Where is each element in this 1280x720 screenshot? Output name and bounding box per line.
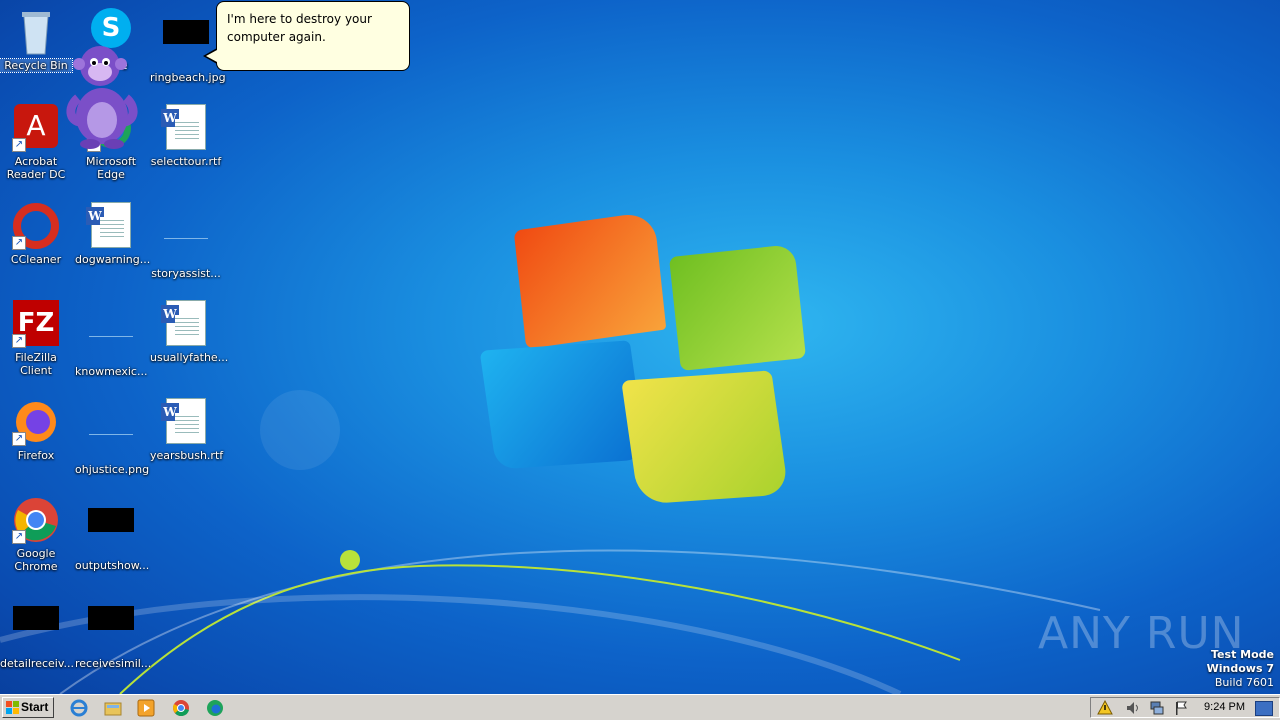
ccleaner-icon: ↗	[12, 202, 60, 250]
edge-icon[interactable]	[206, 699, 224, 717]
shortcut-arrow-icon: ↗	[12, 138, 26, 152]
icon-label: FileZilla Client	[15, 351, 57, 377]
icon-label: usuallyfathe...	[150, 351, 229, 364]
word-document-icon: W	[86, 202, 135, 250]
desktop-icon-firefox[interactable]: ↗ Firefox	[0, 398, 72, 462]
icon-label: Acrobat Reader DC	[6, 155, 66, 181]
desktop-icon-yearsbush[interactable]: W yearsbush.rtf	[150, 398, 224, 462]
desktop-icon-filezilla[interactable]: FZ ↗ FileZilla Client	[0, 300, 72, 377]
flag-icon[interactable]	[1173, 700, 1189, 716]
desktop-icon-ccleaner[interactable]: ↗ CCleaner	[0, 202, 72, 266]
chrome-icon[interactable]	[172, 699, 190, 717]
icon-label: detailreceiv...	[0, 657, 74, 670]
file-thumbnail-icon	[12, 606, 60, 654]
file-thumbnail-icon	[87, 508, 135, 556]
icon-label: knowmexic...	[75, 365, 148, 378]
file-thumbnail-icon	[87, 314, 135, 362]
show-desktop-icon[interactable]	[1255, 701, 1273, 716]
icon-label: Firefox	[17, 449, 55, 462]
windows-logo-wallpaper	[470, 210, 810, 510]
desktop-icon-knowmexic[interactable]: knowmexic...	[75, 300, 147, 378]
acrobat-icon: A ↗	[12, 104, 60, 152]
shortcut-arrow-icon: ↗	[12, 236, 26, 250]
word-document-icon: W	[161, 398, 210, 446]
icon-label: CCleaner	[10, 253, 62, 266]
system-tray: 9:24 PM	[1090, 697, 1280, 718]
icon-label: storyassist...	[151, 267, 221, 280]
shortcut-arrow-icon: ↗	[12, 432, 26, 446]
taskbar: Start 9:24 PM	[0, 694, 1280, 720]
balloon-text: I'm here to destroy your computer again.	[227, 12, 372, 44]
desktop-icon-chrome[interactable]: ↗ Google Chrome	[0, 496, 72, 573]
file-thumbnail-icon	[162, 216, 210, 264]
build-line: Build 7601	[1214, 676, 1274, 689]
recycle-bin-icon	[12, 8, 60, 56]
file-thumbnail-icon	[87, 412, 135, 460]
explorer-folder-icon[interactable]	[104, 699, 122, 717]
shortcut-arrow-icon: ↗	[12, 530, 26, 544]
icon-label: outputshow...	[75, 559, 150, 572]
system-clock[interactable]: 9:24 PM	[1204, 701, 1245, 713]
icon-label: yearsbush.rtf	[150, 449, 224, 462]
action-center-warning-icon[interactable]	[1097, 700, 1113, 716]
word-document-icon: W	[161, 104, 210, 152]
desktop-icon-outputshow[interactable]: outputshow...	[75, 496, 150, 572]
desktop-icon-detailreceiv[interactable]: detailreceiv...	[0, 594, 74, 670]
network-icon[interactable]	[1149, 700, 1165, 716]
desktop-icon-receivesimil[interactable]: receivesimil...	[75, 594, 152, 670]
icon-label: Microsoft Edge	[85, 155, 137, 181]
file-thumbnail-icon	[87, 606, 135, 654]
test-mode-watermark: Test Mode Windows 7 Build 7601	[1207, 648, 1274, 690]
icon-label: Google Chrome	[14, 547, 58, 573]
windows-version-line: Windows 7	[1206, 662, 1274, 675]
desktop-icon-ringbeach[interactable]: ringbeach.jpg	[150, 8, 226, 84]
desktop-icon-selecttour[interactable]: W selecttour.rtf	[150, 104, 222, 168]
bonzi-speech-balloon: I'm here to destroy your computer again.	[216, 1, 410, 71]
start-button[interactable]: Start	[2, 697, 54, 718]
filezilla-icon: FZ ↗	[12, 300, 60, 348]
internet-explorer-icon[interactable]	[70, 699, 88, 717]
chrome-icon: ↗	[12, 496, 60, 544]
start-label: Start	[21, 700, 49, 714]
bonzi-buddy-character[interactable]	[60, 38, 144, 150]
desktop-icon-dogwarning[interactable]: W dogwarning...	[75, 202, 151, 266]
icon-label: receivesimil...	[75, 657, 152, 670]
icon-label: dogwarning...	[75, 253, 151, 266]
windows-flag-icon	[6, 701, 19, 714]
desktop-icon-usuallyfathe[interactable]: W usuallyfathe...	[150, 300, 229, 364]
volume-icon[interactable]	[1125, 700, 1141, 716]
test-mode-line: Test Mode	[1211, 648, 1274, 661]
icon-label: ringbeach.jpg	[150, 71, 226, 84]
firefox-icon: ↗	[12, 398, 60, 446]
desktop-icon-ohjustice[interactable]: ohjustice.png	[75, 398, 150, 476]
icon-label: ohjustice.png	[75, 463, 150, 476]
media-player-icon[interactable]	[137, 699, 155, 717]
shortcut-arrow-icon: ↗	[12, 334, 26, 348]
word-document-icon: W	[161, 300, 210, 348]
desktop-icon-storyassist[interactable]: storyassist...	[150, 202, 222, 280]
icon-label: selecttour.rtf	[150, 155, 222, 168]
